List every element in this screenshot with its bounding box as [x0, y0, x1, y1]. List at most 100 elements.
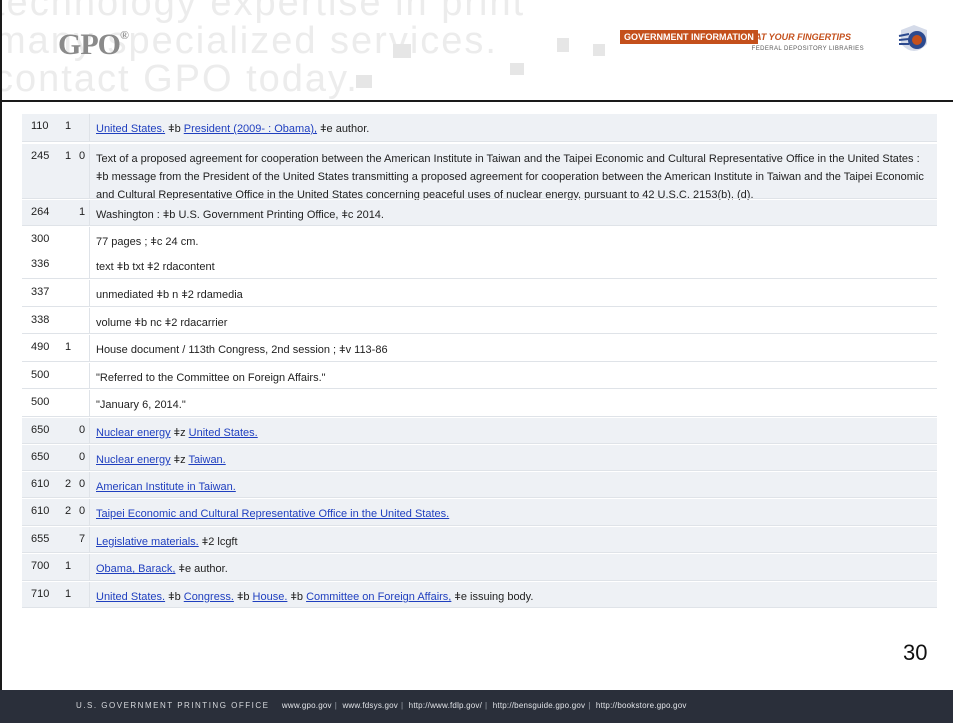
fdlp-eagle-icon — [898, 25, 927, 51]
row-divider — [22, 497, 937, 498]
heading-link[interactable]: Committee on Foreign Affairs, — [306, 591, 451, 603]
marc-indicator-1 — [61, 308, 75, 314]
marc-field-row: 337 unmediated ǂb n ǂ2 rdamedia — [22, 280, 937, 307]
slide: technology expertise in print many speci… — [0, 0, 953, 723]
marc-indicator-1: 1 — [64, 341, 72, 353]
row-divider — [22, 225, 937, 226]
footer-org: U.S. GOVERNMENT PRINTING OFFICE — [76, 701, 270, 710]
subfield-text: ǂz — [170, 427, 189, 439]
logo-letters: PO — [80, 28, 121, 61]
marc-tag: 650 — [31, 451, 50, 463]
heading-link[interactable]: United States. — [96, 123, 165, 135]
subfield-text: ǂe issuing body. — [451, 591, 534, 603]
marc-indicator-1: 1 — [64, 120, 72, 132]
gpo-logo: GPO® — [58, 28, 129, 62]
marc-field-row: 650 0 Nuclear energy ǂz Taiwan. — [22, 445, 937, 471]
subfield-text: ǂz — [170, 454, 189, 466]
marc-tag: 490 — [31, 341, 50, 353]
marc-indicator-2 — [75, 114, 89, 120]
subfield-text: unmediated ǂb n ǂ2 rdamedia — [96, 289, 243, 301]
marc-indicator-1 — [61, 280, 75, 286]
heading-link[interactable]: Taiwan. — [188, 454, 225, 466]
marc-field-row: 655 7 Legislative materials. ǂ2 lcgft — [22, 527, 937, 553]
marc-field-row: 264 1 Washington : ǂb U.S. Government Prin… — [22, 200, 937, 226]
slide-number: 30 — [903, 640, 928, 665]
decorative-square — [510, 63, 524, 75]
marc-indicator-1 — [61, 445, 75, 451]
marc-field-row: 336 text ǂb txt ǂ2 rdacontent — [22, 252, 937, 279]
marc-tag: 610 — [31, 478, 50, 490]
marc-indicator-1 — [61, 200, 75, 206]
subfield-text: "Referred to the Committee on Foreign Af… — [96, 372, 326, 384]
subfield-text: ǂe author. — [175, 563, 228, 575]
heading-link[interactable]: Taipei Economic and Cultural Representat… — [96, 508, 449, 520]
marc-field-row: 338 volume ǂb nc ǂ2 rdacarrier — [22, 308, 937, 334]
heading-link[interactable]: United States. — [96, 591, 165, 603]
heading-link[interactable]: Obama, Barack, — [96, 563, 175, 575]
heading-link[interactable]: Nuclear energy — [96, 427, 171, 439]
marc-indicator-2: 0 — [78, 424, 86, 436]
footer-separator: | — [400, 701, 404, 710]
marc-tag: 650 — [31, 424, 50, 436]
marc-indicator-2 — [75, 390, 89, 396]
marc-field-row: 500 "Referred to the Committee on Foreign… — [22, 363, 937, 389]
footer-link[interactable]: http://www.fdlp.gov/ — [409, 701, 482, 710]
subfield-text: text ǂb txt ǂ2 rdacontent — [96, 261, 215, 273]
row-divider — [22, 416, 937, 417]
marc-tag: 655 — [31, 533, 50, 545]
fdlp-tagline: AT YOUR FINGERTIPS — [755, 32, 852, 42]
fdlp-subtitle: FEDERAL DEPOSITORY LIBRARIES — [751, 46, 864, 52]
row-divider — [22, 580, 937, 581]
marc-indicator-1: 2 — [64, 505, 72, 517]
marc-field-row: 500 "January 6, 2014." — [22, 390, 937, 417]
row-divider — [22, 361, 937, 362]
marc-indicator-2 — [75, 335, 89, 341]
footer-text: U.S. GOVERNMENT PRINTING OFFICE www.gpo.… — [76, 701, 687, 710]
heading-link[interactable]: House. — [253, 591, 288, 603]
marc-field-row: 490 1 House document / 113th Congress, 2nd… — [22, 335, 937, 362]
row-divider — [22, 607, 937, 608]
footer-separator: | — [485, 701, 488, 710]
marc-indicator-1: 1 — [64, 150, 72, 162]
marc-tag: 710 — [31, 588, 50, 600]
row-divider — [22, 333, 937, 334]
marc-tag: 500 — [31, 369, 50, 381]
marc-indicator-2 — [75, 363, 89, 369]
header-banner: technology expertise in print many speci… — [0, 0, 953, 100]
fdlp-banner: GOVERNMENT INFORMATION AT YOUR FINGERTIP… — [620, 30, 900, 60]
marc-field-row: 110 1 United States. ǂb President (2009- :… — [22, 114, 937, 142]
marc-indicator-1 — [61, 527, 75, 533]
marc-tag: 500 — [31, 396, 50, 408]
logo-letter: G — [58, 28, 81, 61]
marc-tag: 700 — [31, 560, 50, 572]
footer-link[interactable]: http://bensguide.gpo.gov — [493, 701, 585, 710]
heading-link[interactable]: American Institute in Taiwan. — [96, 481, 236, 493]
row-divider — [22, 141, 937, 142]
row-divider — [22, 525, 937, 526]
footer-link[interactable]: www.gpo.gov — [282, 701, 332, 710]
marc-tag: 245 — [31, 150, 50, 162]
marc-tag: 338 — [31, 314, 50, 326]
left-border — [0, 0, 2, 690]
marc-indicator-1 — [61, 418, 75, 424]
heading-link[interactable]: United States. — [189, 427, 258, 439]
heading-link[interactable]: Legislative materials. — [96, 536, 199, 548]
heading-link[interactable]: Congress. — [184, 591, 234, 603]
marc-field-row: 610 2 0 Taipei Economic and Cultural Repres… — [22, 499, 937, 526]
decorative-square — [593, 44, 605, 56]
footer-link[interactable]: http://bookstore.gpo.gov — [596, 701, 687, 710]
subfield-text: ǂb — [165, 591, 184, 603]
decorative-square — [557, 38, 569, 52]
subfield-text: Text of a proposed agreement for coopera… — [96, 153, 924, 201]
marc-indicator-2 — [75, 308, 89, 314]
logo-registered-mark: ® — [120, 28, 129, 42]
row-divider — [22, 198, 937, 199]
marc-indicator-1 — [61, 252, 75, 258]
heading-link[interactable]: President (2009- : Obama), — [184, 123, 317, 135]
footer-link[interactable]: www.fdsys.gov — [342, 701, 398, 710]
marc-indicator-1: 2 — [64, 478, 72, 490]
heading-link[interactable]: Nuclear energy — [96, 454, 171, 466]
marc-indicator-2 — [75, 582, 89, 588]
subfield-text: ǂb — [165, 123, 184, 135]
fdlp-tag: GOVERNMENT INFORMATION — [620, 30, 758, 44]
